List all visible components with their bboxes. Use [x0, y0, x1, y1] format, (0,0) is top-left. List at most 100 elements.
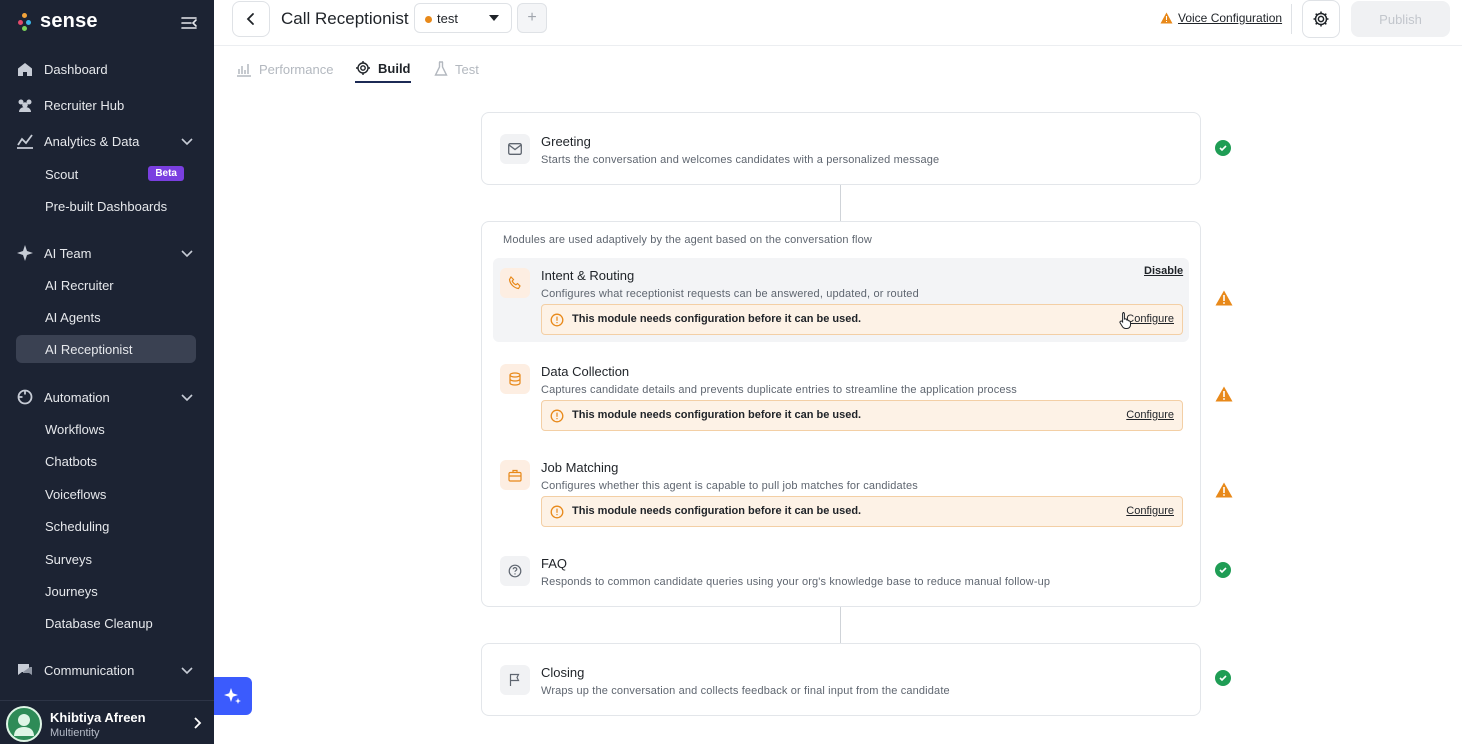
closing-desc: Wraps up the conversation and collects f… [541, 685, 950, 697]
configure-link[interactable]: Configure [1126, 505, 1174, 517]
header-divider [1291, 4, 1292, 34]
module-title: Intent & Routing [541, 268, 635, 283]
sidebar-item-automation[interactable]: Automation [16, 383, 196, 411]
sidebar-item-scout[interactable]: Scout Beta [16, 160, 196, 188]
sidebar-item-ai-recruiter[interactable]: AI Recruiter [16, 271, 196, 299]
chart-icon [16, 132, 34, 150]
chevron-left-icon [246, 13, 254, 25]
sparkle-icon [16, 244, 34, 262]
avatar [6, 706, 42, 742]
sidebar-item-label: Pre-built Dashboards [45, 198, 168, 214]
sidebar-item-label: Recruiter Hub [44, 97, 125, 113]
chevron-right-icon[interactable] [190, 716, 204, 730]
sidebar-item-label: AI Recruiter [45, 277, 114, 293]
sidebar-item-database-cleanup[interactable]: Database Cleanup [16, 609, 196, 637]
tab-label: Build [378, 60, 411, 76]
sidebar-item-label: Communication [44, 662, 135, 678]
module-title: Job Matching [541, 460, 619, 475]
check-circle-icon [1215, 562, 1231, 578]
sidebar: sense Dashboard Recruiter Hub Analytics … [0, 0, 214, 744]
logo-text: sense [40, 10, 98, 32]
voice-configuration-link[interactable]: Voice Configuration [1160, 11, 1282, 25]
configure-link[interactable]: Configure [1126, 409, 1174, 421]
phone-icon [500, 268, 530, 298]
chevron-down-icon[interactable] [180, 134, 194, 148]
warning-icon [1160, 12, 1173, 24]
sidebar-item-recruiter-hub[interactable]: Recruiter Hub [16, 91, 196, 119]
automation-icon [16, 388, 34, 406]
tab-build[interactable]: Build [355, 55, 411, 83]
home-icon [16, 60, 34, 78]
sidebar-item-communication[interactable]: Communication [16, 656, 196, 684]
sidebar-item-ai-receptionist[interactable]: AI Receptionist [16, 335, 196, 363]
chevron-down-icon[interactable] [180, 246, 194, 260]
sidebar-item-label: Workflows [45, 421, 105, 437]
gear-icon [356, 61, 370, 75]
environment-select[interactable]: test [414, 3, 512, 33]
warning-icon [1215, 386, 1233, 402]
disable-link[interactable]: Disable [1144, 265, 1183, 277]
chevron-down-icon[interactable] [180, 390, 194, 404]
configure-link[interactable]: Configure [1126, 313, 1174, 325]
sidebar-item-ai-team[interactable]: AI Team [16, 239, 196, 267]
info-circle-icon [550, 409, 564, 423]
gear-icon [1313, 11, 1329, 27]
caret-down-icon [489, 15, 499, 21]
voice-configuration-label: Voice Configuration [1178, 11, 1283, 25]
sidebar-item-prebuilt-dashboards[interactable]: Pre-built Dashboards [16, 192, 196, 220]
greeting-title: Greeting [541, 134, 591, 149]
flow-connector [840, 185, 841, 221]
user-name: Khibtiya Afreen [50, 710, 146, 725]
flag-icon [500, 665, 530, 695]
sidebar-item-workflows[interactable]: Workflows [16, 415, 196, 443]
sidebar-item-ai-agents[interactable]: AI Agents [16, 303, 196, 331]
sidebar-item-label: Journeys [45, 583, 98, 599]
warning-icon [1215, 290, 1233, 306]
sidebar-item-scheduling[interactable]: Scheduling [16, 512, 196, 540]
back-button[interactable] [232, 1, 270, 37]
sidebar-item-chatbots[interactable]: Chatbots [16, 447, 196, 475]
flask-icon [434, 61, 448, 76]
sidebar-item-surveys[interactable]: Surveys [16, 545, 196, 573]
add-version-button[interactable]: + [517, 3, 547, 33]
bar-chart-icon [237, 64, 251, 77]
collapse-sidebar-icon[interactable] [180, 14, 198, 32]
briefcase-icon [500, 460, 530, 490]
sidebar-item-label: Analytics & Data [44, 133, 140, 149]
module-desc: Responds to common candidate queries usi… [541, 576, 1051, 588]
settings-button[interactable] [1302, 0, 1340, 38]
module-title: Data Collection [541, 364, 630, 379]
sidebar-item-label: Dashboard [44, 61, 108, 77]
chat-icon [16, 661, 34, 679]
tab-label: Performance [259, 61, 334, 77]
ai-assistant-button[interactable] [214, 677, 252, 715]
sidebar-item-label: Scout [45, 166, 79, 182]
sidebar-item-label: Database Cleanup [45, 615, 153, 631]
tab-performance[interactable]: Performance [236, 55, 333, 83]
sidebar-item-label: Chatbots [45, 453, 98, 469]
chevron-down-icon[interactable] [180, 663, 194, 677]
sidebar-item-journeys[interactable]: Journeys [16, 577, 196, 605]
sidebar-item-analytics[interactable]: Analytics & Data [16, 127, 196, 155]
brand-logo[interactable]: sense [18, 10, 98, 33]
module-warning: This module needs configuration before i… [541, 304, 1183, 335]
sidebar-item-dashboard[interactable]: Dashboard [16, 55, 196, 83]
warning-icon [1215, 482, 1233, 498]
sidebar-item-voiceflows[interactable]: Voiceflows [16, 480, 196, 508]
sidebar-item-label: AI Team [44, 245, 92, 261]
publish-button[interactable]: Publish [1351, 1, 1450, 37]
sidebar-item-label: AI Agents [45, 309, 101, 325]
info-circle-icon [550, 313, 564, 327]
check-circle-icon [1215, 670, 1231, 686]
tab-test[interactable]: Test [434, 55, 479, 83]
env-select-value: test [437, 10, 458, 26]
warning-text: This module needs configuration before i… [572, 505, 862, 517]
warning-text: This module needs configuration before i… [572, 313, 862, 325]
logo-mark-icon [18, 12, 32, 31]
closing-title: Closing [541, 665, 585, 680]
tab-label: Test [455, 61, 479, 77]
module-title: FAQ [541, 556, 568, 571]
sidebar-item-label: Voiceflows [45, 486, 107, 502]
user-profile[interactable]: Khibtiya Afreen Multientity [0, 700, 214, 744]
closing-card[interactable] [481, 643, 1201, 716]
